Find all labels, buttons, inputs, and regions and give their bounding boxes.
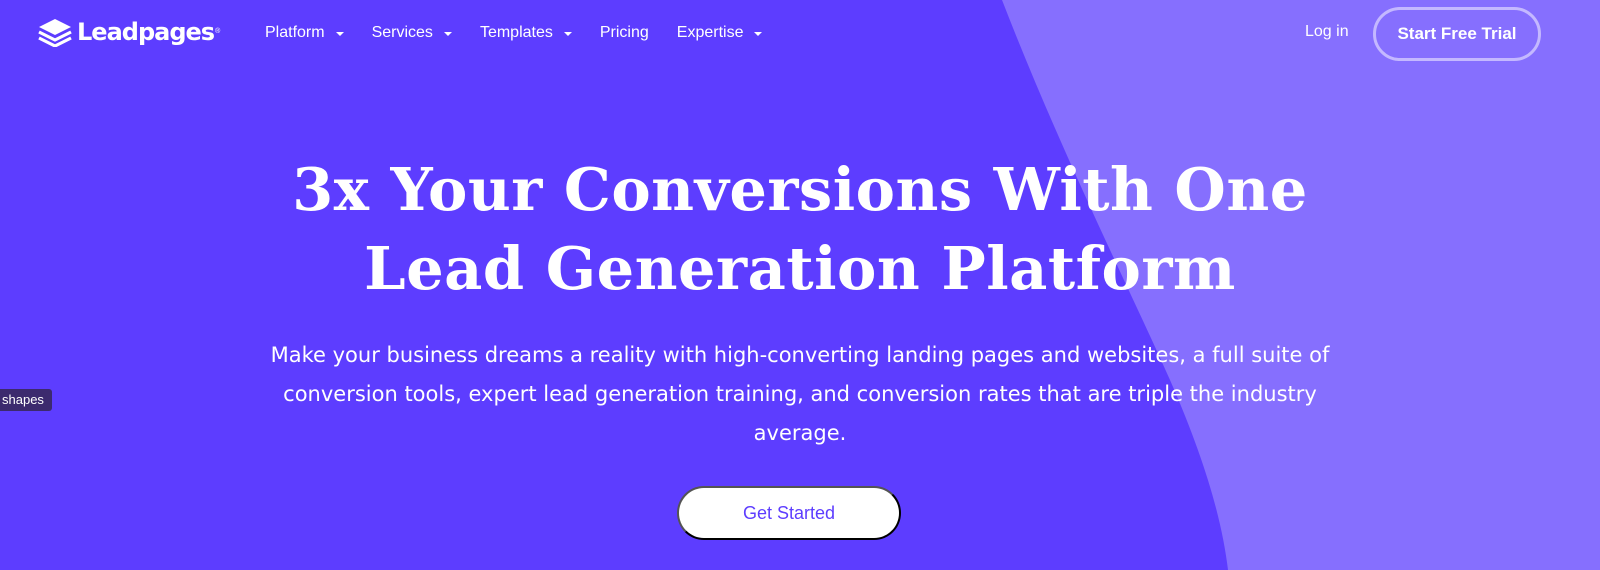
caret-down-icon [754,32,763,36]
top-navigation: Leadpages ® Platform Services Templates … [0,0,1600,68]
hero-title-line-2: Lead Generation Platform [364,234,1236,303]
nav-item-label: Services [371,24,433,41]
hero-subtitle: Make your business dreams a reality with… [270,343,1330,445]
nav-item-services[interactable]: Services [372,21,452,45]
login-link[interactable]: Log in [1305,20,1349,44]
hero-title-line-1: 3x Your Conversions With One [292,155,1308,224]
nav-item-platform[interactable]: Platform [265,21,344,45]
start-free-trial-button[interactable]: Start Free Trial [1373,7,1541,61]
logo-wordmark: Leadpages [77,18,215,46]
nav-item-expertise[interactable]: Expertise [677,21,763,45]
caret-down-icon [443,32,452,36]
nav-item-templates[interactable]: Templates [480,21,572,45]
hero-section: 3x Your Conversions With One Lead Genera… [0,150,1600,453]
stacked-layers-icon [38,19,72,47]
registered-mark: ® [215,28,221,35]
get-started-button[interactable]: Get Started [677,486,901,540]
main-menu: Platform Services Templates Pricing Expe… [265,21,790,45]
shapes-tooltip: shapes [0,389,52,411]
caret-down-icon [563,32,572,36]
nav-item-label: Platform [265,24,325,41]
nav-item-label: Expertise [676,24,744,41]
nav-item-label: Pricing [599,24,649,41]
leadpages-logo[interactable]: Leadpages ® [37,17,220,47]
nav-item-label: Templates [479,24,553,41]
caret-down-icon [335,32,344,36]
nav-item-pricing[interactable]: Pricing [600,21,649,45]
hero-title: 3x Your Conversions With One Lead Genera… [0,150,1600,308]
